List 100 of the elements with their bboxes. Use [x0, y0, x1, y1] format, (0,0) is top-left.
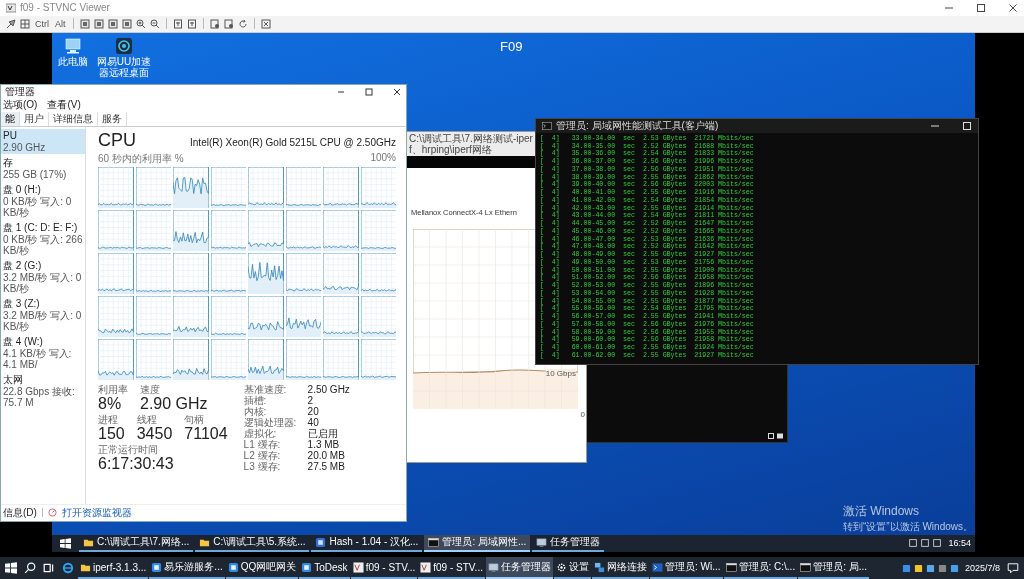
cpu-core-graph: [323, 295, 359, 337]
taskbar-item[interactable]: Hash - 1.04 - 汉化...: [311, 534, 423, 552]
monitor-icon: [536, 536, 548, 548]
window-title: 管理器: [5, 84, 35, 99]
resource-item[interactable]: 盘 2 (G:) 3.2 MB/秒 写入: 0 KB/秒: [1, 258, 85, 295]
toolbar-icon[interactable]: [93, 18, 104, 29]
cpu-core-graph: [285, 295, 321, 337]
resource-item[interactable]: 盘 1 (C: D: E: F:) 0 KB/秒 写入: 266 KB/秒: [1, 220, 85, 257]
taskbar-item[interactable]: C:\调试工具\7.网络...: [79, 534, 194, 552]
taskbar-item[interactable]: 任务管理器: [485, 557, 553, 579]
tab[interactable]: 能: [1, 111, 20, 126]
stat-value: 6:17:30:43: [98, 454, 174, 473]
tray-icon[interactable]: [920, 538, 931, 549]
notification-icon[interactable]: [1007, 562, 1019, 574]
taskbar-item[interactable]: 设置: [553, 557, 591, 579]
tray-icon[interactable]: [932, 538, 943, 549]
options-icon[interactable]: [20, 18, 30, 29]
detail-value: 已启用: [307, 427, 338, 439]
detail-label: 虚拟化:: [243, 427, 278, 439]
taskbar-item[interactable]: 网络连接: [591, 557, 649, 579]
taskbar-item[interactable]: 管理员: Wi...: [649, 557, 723, 579]
stat-value: 2.90 GHz: [140, 394, 208, 413]
cpu-core-graph: [98, 166, 134, 208]
disconnect-icon[interactable]: [260, 18, 271, 29]
cpu-core-graph: [323, 166, 359, 208]
detail-value: 2.50 GHz: [307, 383, 350, 395]
monitor-icon: [487, 561, 499, 573]
taskbar-item[interactable]: 管理员: 局域网性...: [424, 534, 531, 552]
refresh-icon[interactable]: [237, 18, 248, 29]
resource-item[interactable]: 太网 22.8 Gbps 接收: 75.7 M: [1, 372, 85, 409]
maximize-icon[interactable]: [364, 86, 374, 97]
resource-item[interactable]: PU 2.90 GHz: [1, 128, 85, 154]
cpu-core-graph: [360, 209, 396, 251]
toolbar-icon[interactable]: [107, 18, 118, 29]
viewer-icon: [6, 3, 16, 13]
taskbar-item[interactable]: 任务管理器: [532, 534, 605, 552]
desktop-shortcut[interactable]: 网易UU加速器远程桌面: [96, 35, 152, 78]
taskbar-item[interactable]: ToDesk: [299, 557, 350, 579]
resource-item[interactable]: 盘 3 (Z:) 3.2 MB/秒 写入: 0 KB/秒: [1, 296, 85, 333]
close-icon[interactable]: [1008, 3, 1018, 13]
zoom-in-icon[interactable]: [135, 18, 146, 29]
toolbar-icon[interactable]: [223, 18, 234, 29]
maximize-icon[interactable]: [976, 3, 986, 13]
cpu-core-graph: [360, 166, 396, 208]
monitor-gauge-icon: [47, 508, 57, 518]
taskbar-item[interactable]: 管理员: 局...: [798, 557, 870, 579]
resource-item[interactable]: 盘 0 (H:) 0 KB/秒 写入: 0 KB/秒: [1, 182, 85, 219]
cpu-core-graph: [210, 252, 246, 294]
taskbar-item[interactable]: C:\调试工具\5.系统...: [195, 534, 310, 552]
resource-monitor-link[interactable]: 打开资源监视器: [61, 505, 132, 520]
detail-value: 20: [307, 405, 319, 417]
cpu-core-graph: [98, 209, 134, 251]
menu-item[interactable]: 选项(O): [3, 98, 38, 113]
search-icon[interactable]: [24, 562, 36, 574]
resource-item[interactable]: 盘 4 (W:) 4.1 KB/秒 写入: 4.1 MB/: [1, 334, 85, 371]
cpu-core-graph: [248, 295, 284, 337]
stat-value: 71104: [184, 424, 228, 443]
cpu-core-graph: [360, 295, 396, 337]
stat-label: 速度: [140, 383, 161, 395]
taskbar-item[interactable]: iperf-3.1.3...: [78, 557, 149, 579]
taskbar-item[interactable]: 易乐游服务...: [149, 557, 225, 579]
cpu-core-graph: [98, 338, 134, 380]
browser-icon[interactable]: [62, 562, 74, 574]
tray-icon[interactable]: [908, 538, 919, 549]
taskbar-item[interactable]: QQ网吧网关: [225, 557, 299, 579]
app-icon: [315, 536, 327, 548]
key-button[interactable]: Ctrl: [34, 18, 50, 29]
desktop-shortcut[interactable]: 此电脑: [56, 35, 90, 67]
pin-icon[interactable]: [6, 18, 16, 29]
taskbar-item[interactable]: f09 - STV...: [418, 557, 485, 579]
toolbar-icon[interactable]: [209, 18, 220, 29]
resource-item[interactable]: 存 255 GB (17%): [1, 155, 85, 181]
collapse-link[interactable]: 信息(D): [3, 505, 37, 520]
task-view-icon[interactable]: [43, 562, 55, 574]
taskbar-item[interactable]: 管理员: C:\...: [723, 557, 798, 579]
toolbar-icon[interactable]: [172, 18, 183, 29]
close-icon[interactable]: [392, 86, 402, 97]
viewer-icon: [420, 561, 432, 573]
toolbar-icon[interactable]: [186, 18, 197, 29]
detail-value: 20.0 MB: [307, 449, 345, 461]
taskbar-item[interactable]: f09 - STV...: [350, 557, 418, 579]
key-button[interactable]: Alt: [54, 18, 67, 29]
detail-label: L3 缓存:: [243, 460, 282, 472]
cpu-core-graph: [173, 209, 209, 251]
graph-max: 100%: [370, 151, 396, 165]
app-icon: [301, 561, 313, 573]
toolbar-icon[interactable]: [79, 18, 90, 29]
stat-value: 8%: [98, 394, 123, 413]
detail-value: 27.5 MB: [307, 460, 345, 472]
terminal-icon: [428, 536, 440, 548]
toolbar-icon[interactable]: [121, 18, 132, 29]
cpu-core-graph: [248, 252, 284, 294]
start-icon[interactable]: [5, 562, 17, 574]
cpu-core-graph: [210, 338, 246, 380]
start-icon[interactable]: [60, 537, 71, 549]
cpu-core-graph: [248, 338, 284, 380]
cpu-model: Intel(R) Xeon(R) Gold 5215L CPU @ 2.50GHz: [190, 136, 396, 148]
zoom-out-icon[interactable]: [149, 18, 160, 29]
cpu-core-graph: [135, 252, 171, 294]
menu-item[interactable]: 查看(V): [47, 98, 81, 113]
